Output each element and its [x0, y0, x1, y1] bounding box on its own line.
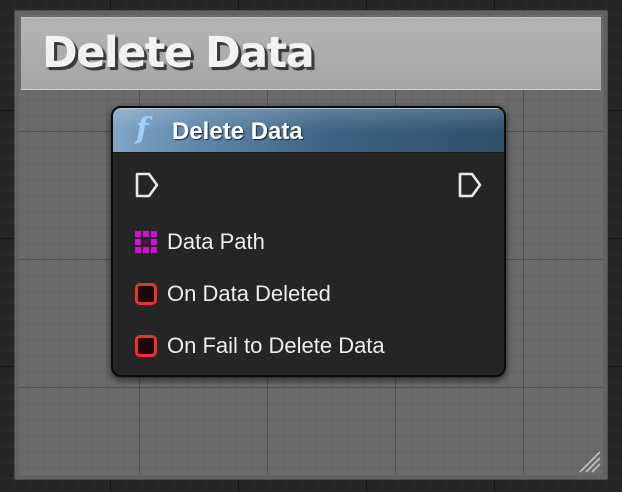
delegate-pin-icon[interactable]	[134, 282, 158, 306]
pin-label: On Data Deleted	[167, 281, 331, 306]
comment-title[interactable]: Delete Data	[42, 28, 315, 78]
delegate-pin-square	[135, 335, 157, 357]
exec-out-pin-icon[interactable]	[457, 171, 483, 199]
comment-header[interactable]: Delete Data	[21, 17, 601, 90]
function-icon: f	[136, 111, 149, 145]
function-node-delete-data[interactable]: f Delete Data Data Path On Data Deleted …	[111, 106, 506, 377]
pin-on-data-deleted[interactable]: On Data Deleted	[134, 279, 331, 309]
exec-in-pin-icon[interactable]	[134, 171, 160, 199]
string-array-pin-icon[interactable]	[134, 230, 158, 254]
pin-label: Data Path	[167, 229, 265, 254]
pin-label: On Fail to Delete Data	[167, 333, 385, 358]
pin-data-path[interactable]: Data Path	[134, 227, 265, 257]
resize-grip-icon[interactable]	[575, 447, 601, 473]
node-body: Data Path On Data Deleted On Fail to Del…	[113, 153, 504, 375]
pin-on-fail-to-delete-data[interactable]: On Fail to Delete Data	[134, 331, 385, 361]
node-title: Delete Data	[172, 118, 303, 145]
delegate-pin-square	[135, 283, 157, 305]
node-header[interactable]: f Delete Data	[113, 108, 504, 153]
delegate-pin-icon[interactable]	[134, 334, 158, 358]
